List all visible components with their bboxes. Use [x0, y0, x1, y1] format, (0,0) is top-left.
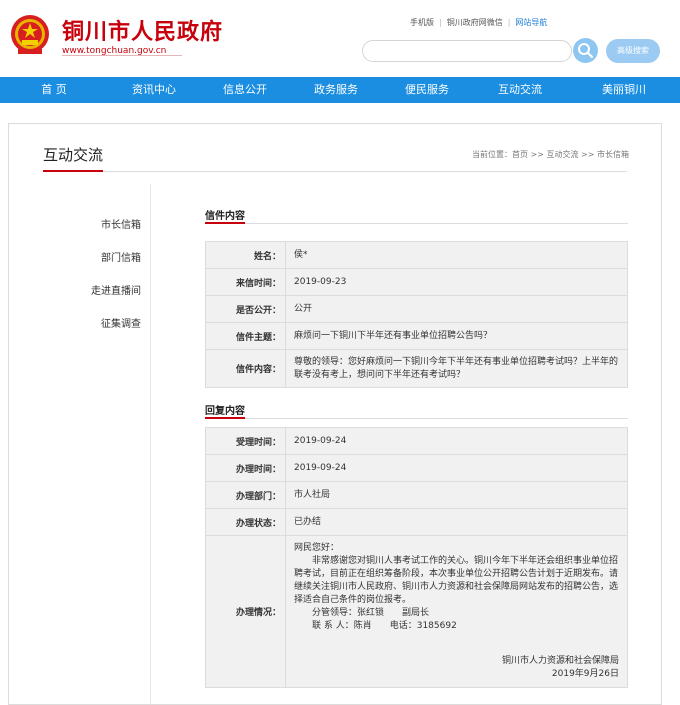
field-value: 侯* — [285, 241, 628, 269]
nav-gov-services[interactable]: 政务服务 — [290, 77, 382, 103]
mobile-version-link[interactable]: 手机版 — [405, 18, 439, 27]
sidebar-item-survey[interactable]: 征集调查 — [59, 318, 141, 351]
search-button[interactable] — [573, 38, 598, 63]
section-divider — [205, 223, 628, 224]
table-row: 信件内容： 尊敬的领导：您好麻烦问一下铜川今年下半年还有事业单位招聘考试吗？上半… — [205, 349, 628, 388]
letter-section-title: 信件内容 — [205, 211, 245, 222]
advanced-search-button[interactable]: 高级搜索 — [606, 39, 660, 63]
reply-detail: 网民您好： 非常感谢您对铜川人事考试工作的关心。铜川今年下半年还会组织事业单位招… — [285, 535, 628, 688]
field-label: 办理情况： — [205, 535, 286, 688]
field-value: 尊敬的领导：您好麻烦问一下铜川今年下半年还有事业单位招聘考试吗？上半年的联考没有… — [285, 349, 628, 388]
content-frame: 互动交流 当前位置：首页 >> 互动交流 >> 市长信箱 市长信箱 部门信箱 走… — [8, 123, 662, 705]
nav-interaction[interactable]: 互动交流 — [472, 77, 568, 103]
table-row: 来信时间： 2019-09-23 — [205, 268, 628, 296]
field-label: 是否公开： — [205, 295, 286, 323]
field-label: 来信时间： — [205, 268, 286, 296]
reply-contact: 联 系 人：陈肖 电话：3185692 — [312, 621, 457, 631]
section-divider — [205, 418, 628, 419]
table-row: 信件主题： 麻烦问一下铜川下半年还有事业单位招聘公告吗？ — [205, 322, 628, 350]
reply-date: 2019年9月26日 — [551, 669, 619, 679]
nav-news[interactable]: 资讯中心 — [108, 77, 200, 103]
site-nav-link[interactable]: 网站导航 — [510, 18, 552, 27]
site-header: 铜川市人民政府 www.tongchuan.gov.cn 手机版 | 铜川政府网微信… — [0, 0, 680, 77]
section-accent-bar — [205, 417, 245, 419]
reply-signature: 铜川市人力资源和社会保障局 — [501, 656, 619, 666]
sidebar-item-dept-mailbox[interactable]: 部门信箱 — [59, 252, 141, 285]
search-input[interactable] — [362, 40, 572, 62]
national-emblem-icon — [11, 15, 49, 54]
page-title: 互动交流 — [43, 146, 104, 164]
top-links: 手机版 | 铜川政府网微信 | 网站导航 — [405, 17, 552, 28]
nav-beautiful-tongchuan[interactable]: 美丽铜川 — [568, 77, 680, 103]
field-value: 已办结 — [285, 508, 628, 536]
nav-public-services[interactable]: 便民服务 — [382, 77, 472, 103]
site-title[interactable]: 铜川市人民政府 — [62, 14, 223, 46]
decorative-divider — [62, 55, 182, 56]
breadcrumb[interactable]: 当前位置：首页 >> 互动交流 >> 市长信箱 — [472, 149, 629, 160]
sidebar-item-mayor-mailbox[interactable]: 市长信箱 — [59, 219, 141, 252]
nav-home[interactable]: 首 页 — [0, 77, 108, 103]
table-row: 办理部门： 市人社局 — [205, 481, 628, 509]
letter-table: 姓名： 侯* 来信时间： 2019-09-23 是否公开： 公开 信件主题： 麻… — [205, 241, 628, 388]
field-label: 信件内容： — [205, 349, 286, 388]
table-row: 办理情况： 网民您好： 非常感谢您对铜川人事考试工作的关心。铜川今年下半年还会组… — [205, 535, 628, 688]
section-accent-bar — [205, 222, 245, 224]
field-label: 办理时间： — [205, 454, 286, 482]
reply-table: 受理时间： 2019-09-24 办理时间： 2019-09-24 办理部门： … — [205, 427, 628, 688]
field-value: 市人社局 — [285, 481, 628, 509]
field-value: 2019-09-24 — [285, 427, 628, 455]
table-row: 受理时间： 2019-09-24 — [205, 427, 628, 455]
table-row: 是否公开： 公开 — [205, 295, 628, 323]
reply-section-title: 回复内容 — [205, 406, 245, 417]
table-row: 办理状态： 已办结 — [205, 508, 628, 536]
sidebar: 市长信箱 部门信箱 走进直播间 征集调查 — [59, 219, 141, 351]
search-icon — [578, 43, 594, 59]
field-value: 2019-09-24 — [285, 454, 628, 482]
table-row: 办理时间： 2019-09-24 — [205, 454, 628, 482]
field-label: 受理时间： — [205, 427, 286, 455]
field-value: 公开 — [285, 295, 628, 323]
field-value: 麻烦问一下铜川下半年还有事业单位招聘公告吗？ — [285, 322, 628, 350]
heading-divider — [43, 171, 627, 172]
field-value: 2019-09-23 — [285, 268, 628, 296]
field-label: 办理部门： — [205, 481, 286, 509]
field-label: 信件主题： — [205, 322, 286, 350]
sidebar-divider — [150, 184, 151, 704]
heading-accent-bar — [43, 170, 103, 172]
table-row: 姓名： 侯* — [205, 241, 628, 269]
main-nav: 首 页 资讯中心 信息公开 政务服务 便民服务 互动交流 美丽铜川 — [0, 77, 680, 103]
reply-greeting: 网民您好： — [294, 543, 340, 553]
field-label: 办理状态： — [205, 508, 286, 536]
reply-body-text: 非常感谢您对铜川人事考试工作的关心。铜川今年下半年还会组织事业单位招聘考试，目前… — [294, 556, 619, 605]
field-label: 姓名： — [205, 241, 286, 269]
reply-leader: 分管领导：张红锁 副局长 — [312, 608, 430, 618]
sidebar-item-live-studio[interactable]: 走进直播间 — [59, 285, 141, 318]
nav-info-disclosure[interactable]: 信息公开 — [200, 77, 290, 103]
wechat-link[interactable]: 铜川政府网微信 — [442, 18, 508, 27]
